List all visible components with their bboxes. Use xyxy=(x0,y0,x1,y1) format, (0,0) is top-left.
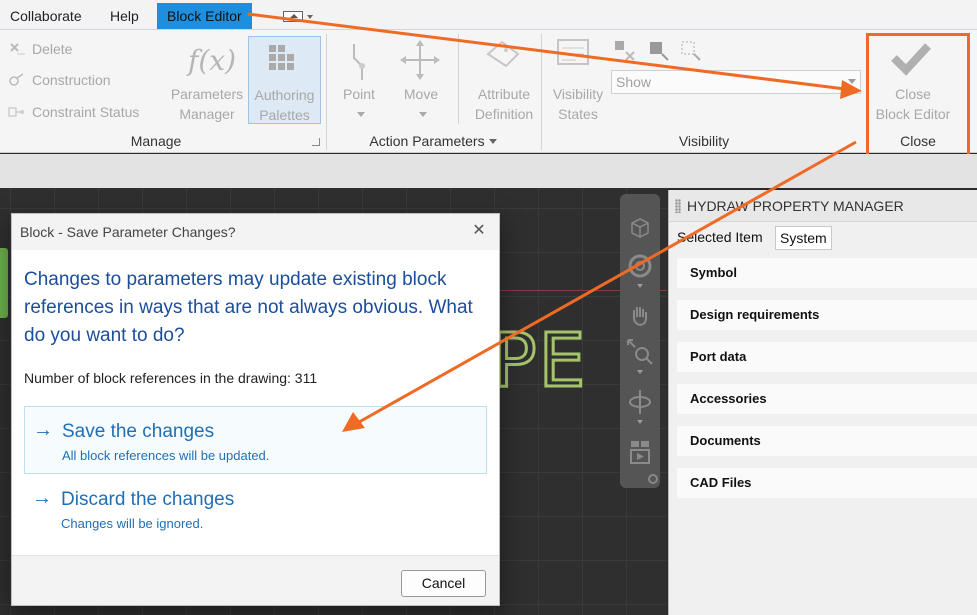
visibility-state-select[interactable]: Show xyxy=(611,70,861,94)
make-visible-icon[interactable] xyxy=(614,40,636,62)
authoring-palettes-button[interactable]: Authoring Palettes xyxy=(248,36,321,124)
parameters-manager-label-1: Parameters xyxy=(170,86,244,102)
property-manager-panel: HYDRAW PROPERTY MANAGER Selected Item Sy… xyxy=(668,190,977,615)
save-changes-title: Save the changes xyxy=(62,421,215,442)
visibility-states-label-2: States xyxy=(558,106,598,122)
visibility-states-button[interactable]: Visibility States xyxy=(546,36,610,124)
drag-gripper-icon[interactable] xyxy=(675,199,681,213)
save-parameter-changes-dialog: Block - Save Parameter Changes? ✕ Change… xyxy=(11,213,500,606)
property-manager-titlebar[interactable]: HYDRAW PROPERTY MANAGER xyxy=(669,190,977,222)
green-block-edge xyxy=(0,248,8,318)
action-parameters-title-label: Action Parameters xyxy=(369,133,485,149)
chevron-down-icon[interactable] xyxy=(637,370,643,374)
action-parameters-panel-title[interactable]: Action Parameters xyxy=(327,130,539,152)
showmotion-icon[interactable] xyxy=(626,438,654,466)
menu-bar: Collaborate Help Block Editor xyxy=(0,0,977,30)
construction-icon xyxy=(8,72,26,86)
discard-changes-title: Discard the changes xyxy=(61,489,235,510)
construction-button[interactable]: Construction xyxy=(8,70,111,90)
tab-selected-item[interactable]: Selected Item xyxy=(673,226,767,250)
visibility-panel-title: Visibility xyxy=(678,133,730,149)
arrow-right-icon: → xyxy=(33,419,53,441)
quick-access-dropdown[interactable] xyxy=(283,9,315,23)
chevron-down-icon xyxy=(307,15,313,19)
pan-hand-icon[interactable] xyxy=(626,302,654,330)
authoring-palettes-label-2: Palettes xyxy=(259,107,310,123)
canvas-text-fragment: PE xyxy=(490,317,588,406)
dialog-footer: Cancel xyxy=(12,555,499,605)
discard-changes-option[interactable]: → Discard the changes Changes will be ig… xyxy=(24,475,487,543)
chevron-down-icon xyxy=(419,112,427,117)
chevron-down-icon xyxy=(848,79,856,84)
section-cad-files[interactable]: CAD Files xyxy=(677,468,977,498)
dialog-body: Changes to parameters may update existin… xyxy=(12,250,499,555)
visibility-mode-icon[interactable] xyxy=(680,40,702,62)
chevron-down-icon[interactable] xyxy=(637,420,643,424)
constraint-status-button[interactable]: Constraint Status xyxy=(8,102,139,122)
section-port-data[interactable]: Port data xyxy=(677,342,977,372)
parameters-manager-label-2: Manager xyxy=(179,106,235,122)
ribbon: Delete Construction Constraint Status f(… xyxy=(0,30,977,162)
point-label: Point xyxy=(343,86,375,102)
panel-toggle-icon xyxy=(283,11,303,22)
close-icon[interactable]: ✕ xyxy=(469,221,489,241)
authoring-palettes-label-1: Authoring xyxy=(254,87,315,103)
navigation-bar xyxy=(620,194,660,488)
point-button[interactable]: Point xyxy=(334,36,384,124)
cancel-button[interactable]: Cancel xyxy=(401,570,486,597)
attribute-definition-label-2: Definition xyxy=(474,106,534,122)
point-parameter-icon xyxy=(334,36,384,84)
property-manager-title: HYDRAW PROPERTY MANAGER xyxy=(687,198,904,214)
panel-separator xyxy=(541,34,542,150)
tab-block-editor[interactable]: Block Editor xyxy=(157,3,252,29)
move-arrows-icon xyxy=(396,36,446,84)
view-cube-icon[interactable] xyxy=(626,214,654,242)
palette-grid-icon xyxy=(249,37,320,85)
visibility-states-label-1: Visibility xyxy=(552,86,604,102)
delete-button[interactable]: Delete xyxy=(8,39,72,59)
chevron-down-icon xyxy=(488,139,497,144)
section-symbol[interactable]: Symbol xyxy=(677,258,977,288)
dialog-title: Block - Save Parameter Changes? xyxy=(20,224,236,240)
section-accessories[interactable]: Accessories xyxy=(677,384,977,414)
section-design-requirements[interactable]: Design requirements xyxy=(677,300,977,330)
discard-changes-subtitle: Changes will be ignored. xyxy=(61,516,204,531)
visibility-state-value: Show xyxy=(616,74,652,90)
ribbon-gap xyxy=(0,154,977,188)
constraint-status-icon xyxy=(8,104,26,118)
dialog-heading: Changes to parameters may update existin… xyxy=(24,269,473,346)
block-reference-count: Number of block references in the drawin… xyxy=(24,370,318,386)
tab-system[interactable]: System xyxy=(775,226,832,250)
attribute-tag-icon xyxy=(466,36,542,84)
function-icon: f(x) xyxy=(168,36,246,84)
steering-wheel-icon[interactable] xyxy=(626,252,654,280)
save-changes-subtitle: All block references will be updated. xyxy=(62,448,270,463)
move-button[interactable]: Move xyxy=(396,36,446,124)
zoom-extents-icon[interactable] xyxy=(626,338,654,366)
section-documents[interactable]: Documents xyxy=(677,426,977,456)
delete-icon xyxy=(8,41,26,55)
chevron-down-icon xyxy=(357,112,365,117)
parameters-manager-button[interactable]: f(x) Parameters Manager xyxy=(168,36,246,124)
attribute-definition-button[interactable]: Attribute Definition xyxy=(466,36,542,124)
make-invisible-icon[interactable] xyxy=(648,40,670,62)
delete-label: Delete xyxy=(32,41,73,57)
annotation-highlight-box xyxy=(866,33,970,162)
constraint-status-label: Constraint Status xyxy=(32,104,140,120)
nav-bar-options-icon[interactable] xyxy=(648,474,658,484)
panel-launcher-icon[interactable] xyxy=(312,138,320,146)
svg-text:f(x): f(x) xyxy=(186,44,236,77)
attribute-definition-label-1: Attribute xyxy=(477,86,531,102)
panel-separator xyxy=(458,34,459,124)
manage-panel-title: Manage xyxy=(130,133,182,149)
arrow-right-icon: → xyxy=(32,487,52,509)
chevron-down-icon[interactable] xyxy=(637,284,643,288)
visibility-states-icon xyxy=(546,36,610,84)
move-label: Move xyxy=(403,86,439,102)
orbit-icon[interactable] xyxy=(626,388,654,416)
tab-collaborate[interactable]: Collaborate xyxy=(0,3,92,29)
tab-help[interactable]: Help xyxy=(100,3,149,29)
construction-label: Construction xyxy=(32,72,111,88)
save-changes-option[interactable]: → Save the changes All block references … xyxy=(24,406,487,474)
